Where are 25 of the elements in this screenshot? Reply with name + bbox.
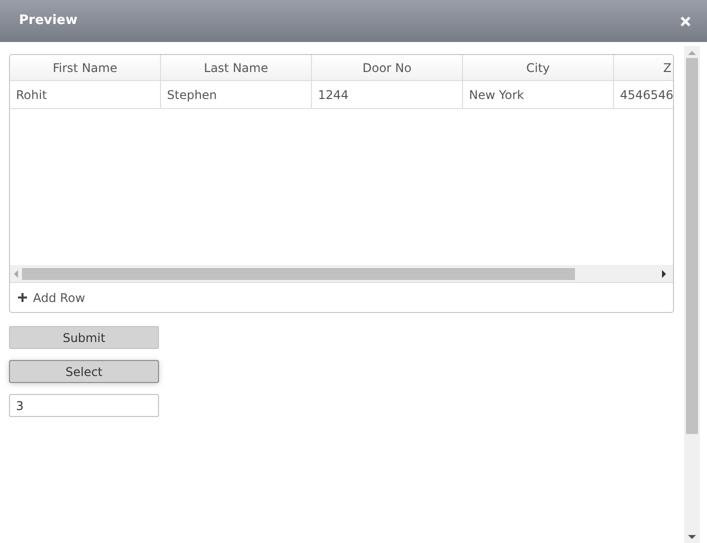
add-row-link[interactable]: Add Row [18,288,86,306]
scrollbar-thumb[interactable] [22,268,575,280]
horizontal-scrollbar[interactable] [10,265,674,282]
dialog-title: Preview [19,12,78,30]
scroll-down-icon[interactable] [688,534,696,540]
column-header[interactable]: Door No [312,55,463,80]
plus-icon [18,293,27,302]
select-button[interactable]: Select [9,360,159,383]
scroll-left-icon[interactable] [13,270,19,278]
column-header[interactable]: Z [614,55,674,80]
table-cell: Stephen [161,81,312,108]
close-icon[interactable] [680,16,691,26]
table-cell: New York [463,81,614,108]
table-cell-text: 4546546 [619,86,674,104]
column-header[interactable]: City [463,55,614,80]
input-field[interactable]: 3 [9,394,159,417]
scroll-up-icon[interactable] [688,50,696,56]
scrollbar-thumb[interactable] [686,58,698,434]
column-header[interactable]: First Name [10,55,161,80]
table-cell: 1244 [312,81,463,108]
vertical-scrollbar[interactable] [684,46,700,543]
column-header[interactable]: Last Name [161,55,312,80]
table-cell: Rohit [10,81,161,108]
submit-button[interactable]: Submit [9,326,159,349]
scroll-right-icon[interactable] [661,270,668,278]
